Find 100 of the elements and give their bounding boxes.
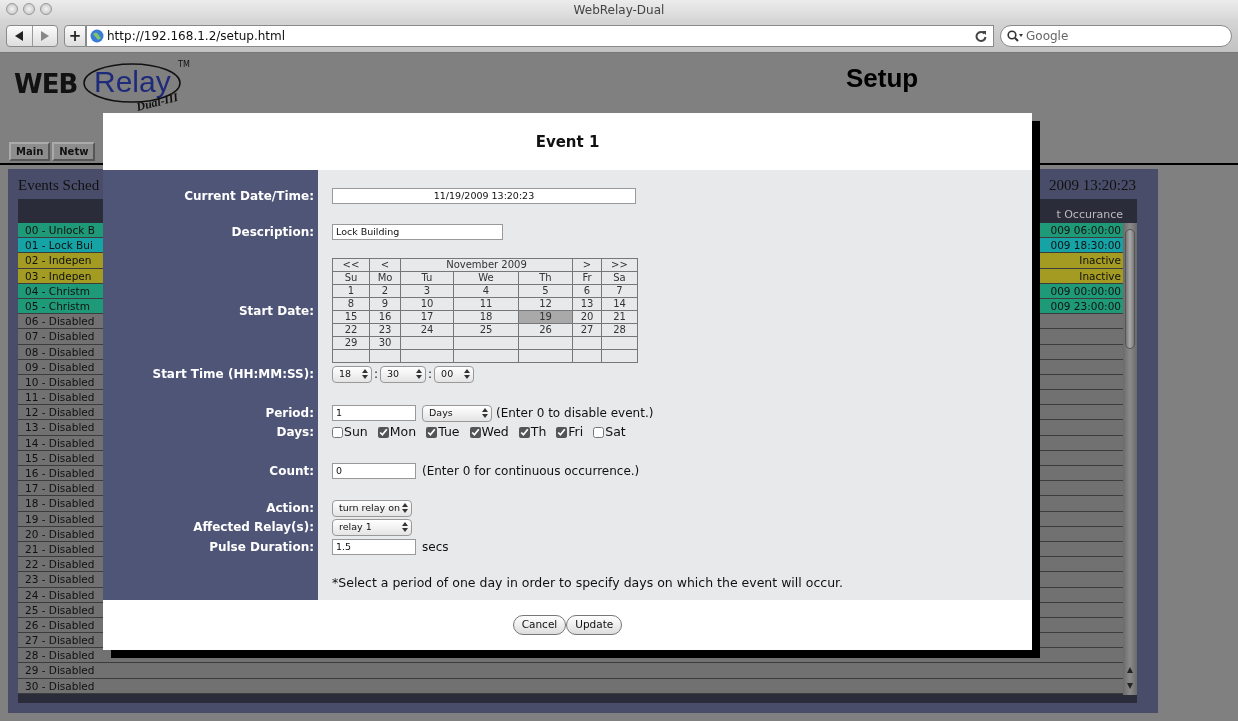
weekday-label: Sa <box>601 271 638 285</box>
calendar-day[interactable]: 13 <box>572 297 602 311</box>
field-label: Pulse Duration: <box>208 539 315 554</box>
search-field[interactable]: Google <box>1000 24 1232 47</box>
text-field[interactable]: 11/19/2009 13:20:23 <box>332 188 636 204</box>
dialog-button[interactable]: Cancel <box>512 615 567 635</box>
calendar-nav[interactable]: << <box>332 258 370 272</box>
nav-tab[interactable]: Netw <box>52 142 96 161</box>
calendar-nav[interactable]: > <box>572 258 602 272</box>
back-arrow-icon <box>15 30 24 41</box>
dropdown[interactable]: 00 <box>434 365 475 383</box>
next-occurrence: 009 18:30:00 <box>1050 238 1121 253</box>
dropdown[interactable]: turn relay on <box>332 499 412 517</box>
calendar-day[interactable]: 29 <box>332 336 370 350</box>
field-label: Days: <box>275 425 315 440</box>
calendar-day[interactable]: 3 <box>400 284 454 298</box>
event-row[interactable]: 29 - Disabled <box>18 663 1123 679</box>
reload-icon[interactable] <box>975 29 987 42</box>
dropdown[interactable]: Days <box>422 404 492 422</box>
calendar-day[interactable]: 14 <box>601 297 638 311</box>
text-field[interactable]: 1.5 <box>332 538 416 555</box>
field-label: Start Time (HH:MM:SS): <box>151 367 315 381</box>
day-checkbox[interactable] <box>426 426 438 438</box>
day-checkbox[interactable] <box>332 426 343 438</box>
calendar-day[interactable]: 15 <box>332 310 370 324</box>
calendar-day[interactable]: 7 <box>601 284 638 298</box>
calendar-day[interactable]: 10 <box>400 297 454 311</box>
hint-text: (Enter 0 for continuous occurrence.) <box>422 462 640 480</box>
dropdown[interactable]: 30 <box>380 365 427 383</box>
text-field[interactable]: 0 <box>332 462 416 479</box>
calendar-day[interactable]: 27 <box>572 323 602 337</box>
updown-arrow-icon <box>416 369 423 379</box>
note-text: *Select a period of one day in order to specify days on which the event will occur. <box>332 573 844 592</box>
updown-arrow-icon <box>482 408 488 418</box>
text-field[interactable]: Lock Building <box>332 224 503 240</box>
page-title: Setup <box>846 63 919 94</box>
calendar-day[interactable]: 26 <box>518 323 573 337</box>
search-icon <box>1007 29 1023 42</box>
month-label: November 2009 <box>400 258 573 272</box>
day-label: Tue <box>438 423 460 441</box>
address-field[interactable]: http://192.168.1.2/setup.html <box>86 24 994 47</box>
calendar-day[interactable]: 22 <box>332 323 370 337</box>
scroll-thumb[interactable] <box>1125 229 1135 349</box>
day-label: Fri <box>568 423 584 441</box>
day-checkbox[interactable] <box>377 426 389 438</box>
calendar-day[interactable]: 24 <box>400 323 454 337</box>
weekday-label: Tu <box>400 271 454 285</box>
weekday-label: Th <box>518 271 573 285</box>
calendar-nav[interactable]: >> <box>601 258 638 272</box>
unit-label: secs <box>422 538 449 556</box>
panel-title: Events Sched <box>18 177 100 195</box>
current-time: 2009 13:20:23 <box>1048 177 1136 195</box>
globe-icon <box>90 28 104 43</box>
weekday-label: We <box>453 271 519 285</box>
weekday-label: Fr <box>572 271 602 285</box>
next-occurrence: 009 23:00:00 <box>1050 298 1121 314</box>
field-label: Affected Relay(s): <box>192 520 315 535</box>
field-label: Description: <box>230 225 315 239</box>
calendar-day[interactable]: 2 <box>369 284 401 298</box>
day-checkbox[interactable] <box>556 426 568 438</box>
url-text: http://192.168.1.2/setup.html <box>107 27 287 45</box>
calendar-day[interactable]: 9 <box>369 297 401 311</box>
calendar-nav[interactable]: < <box>369 258 401 272</box>
calendar-day[interactable]: 20 <box>572 310 602 324</box>
calendar-day[interactable]: 18 <box>453 310 519 324</box>
hint-text: (Enter 0 to disable event.) <box>496 405 654 422</box>
calendar-day[interactable]: 11 <box>453 297 519 311</box>
field-label: Period: <box>264 406 315 420</box>
calendar-day[interactable]: 8 <box>332 297 370 311</box>
dropdown[interactable]: relay 1 <box>332 518 412 536</box>
calendar-day[interactable]: 12 <box>518 297 573 311</box>
day-checkbox[interactable] <box>518 426 530 438</box>
dialog-button[interactable]: Update <box>566 615 623 635</box>
calendar-day[interactable]: 17 <box>400 310 454 324</box>
next-occurrence: Inactive <box>1079 268 1121 283</box>
forward-arrow-icon <box>40 30 50 41</box>
calendar-day[interactable]: 23 <box>369 323 401 337</box>
day-checkbox[interactable] <box>469 426 481 438</box>
calendar-day[interactable]: 30 <box>369 336 401 350</box>
dropdown[interactable]: 18 <box>332 365 372 383</box>
add-bookmark-button[interactable]: + <box>64 24 86 47</box>
calendar-day[interactable]: 21 <box>601 310 638 324</box>
updown-arrow-icon <box>362 369 368 379</box>
scrollbar[interactable] <box>1123 223 1137 695</box>
nav-tab[interactable]: Main <box>9 142 51 161</box>
updown-arrow-icon <box>464 369 471 379</box>
calendar-day[interactable]: 4 <box>453 284 519 298</box>
calendar-day[interactable]: 5 <box>518 284 573 298</box>
calendar-day[interactable]: 16 <box>369 310 401 324</box>
field-label: Current Date/Time: <box>183 189 315 203</box>
calendar-day[interactable]: 25 <box>453 323 519 337</box>
day-label: Mon <box>389 423 417 441</box>
calendar-day[interactable]: 6 <box>572 284 602 298</box>
day-checkbox[interactable] <box>593 426 605 438</box>
day-label: Th <box>530 423 547 441</box>
calendar-day[interactable]: 28 <box>601 323 638 337</box>
calendar-day[interactable]: 1 <box>332 284 370 298</box>
logo: WEB Relay TM Dual-III <box>14 59 191 115</box>
text-field[interactable]: 1 <box>332 405 416 421</box>
field-label: Count: <box>268 463 315 478</box>
